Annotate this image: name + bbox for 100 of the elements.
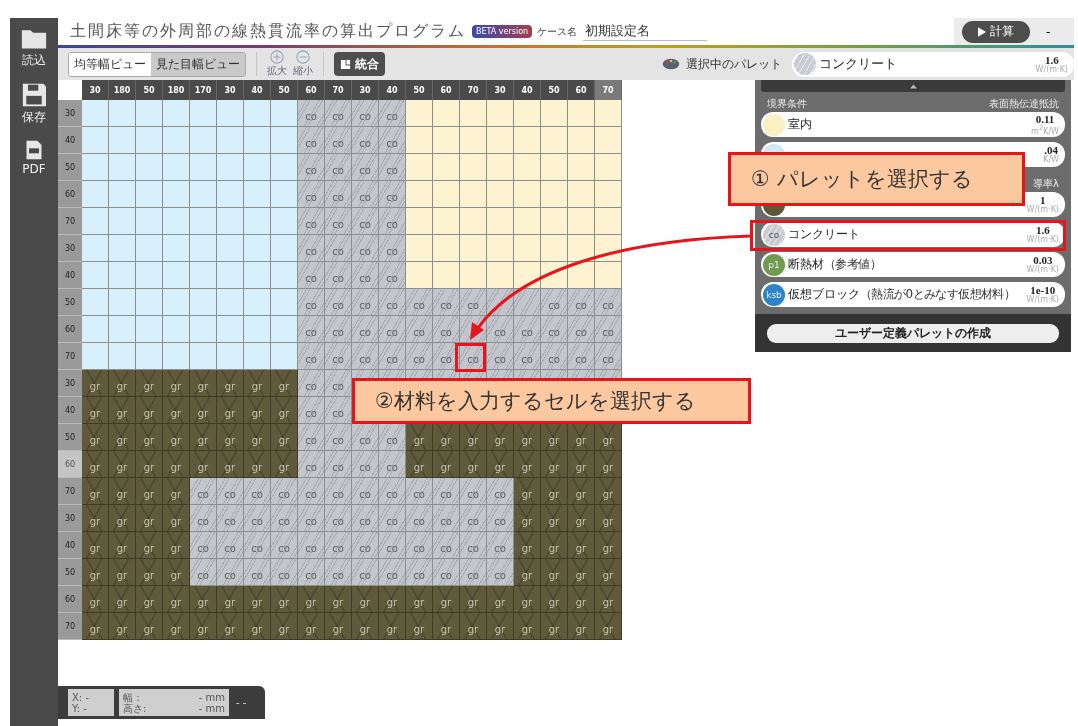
grid-cell[interactable] <box>514 100 541 127</box>
grid-cell[interactable]: gr <box>190 586 217 613</box>
grid-cell[interactable] <box>460 262 487 289</box>
grid-cell[interactable]: co <box>298 370 325 397</box>
grid-cell[interactable]: co <box>325 100 352 127</box>
grid-cell[interactable] <box>487 127 514 154</box>
grid-cell[interactable] <box>271 154 298 181</box>
grid-cell[interactable] <box>271 181 298 208</box>
grid-cell[interactable] <box>82 316 109 343</box>
grid-cell[interactable]: gr <box>136 451 163 478</box>
grid-cell[interactable]: gr <box>163 613 190 640</box>
grid-cell[interactable]: gr <box>541 424 568 451</box>
grid-cell[interactable]: gr <box>595 532 622 559</box>
grid-cell[interactable]: gr <box>82 478 109 505</box>
grid-cell[interactable] <box>487 262 514 289</box>
grid-cell[interactable] <box>217 316 244 343</box>
grid-cell[interactable] <box>82 100 109 127</box>
grid-cell[interactable]: gr <box>244 424 271 451</box>
grid-cell[interactable]: gr <box>163 505 190 532</box>
grid-cell[interactable]: gr <box>514 586 541 613</box>
grid-cell[interactable]: co <box>352 208 379 235</box>
grid-cell[interactable]: co <box>352 289 379 316</box>
row-header[interactable]: 30 <box>58 505 82 532</box>
grid-cell[interactable]: gr <box>595 559 622 586</box>
grid-cell[interactable] <box>82 262 109 289</box>
row-header[interactable]: 40 <box>58 127 82 154</box>
grid-cell[interactable]: gr <box>298 586 325 613</box>
column-header[interactable]: 30 <box>217 80 244 100</box>
grid-cell[interactable]: co <box>460 505 487 532</box>
grid-cell[interactable]: gr <box>82 370 109 397</box>
grid-cell[interactable]: gr <box>595 613 622 640</box>
grid-cell[interactable]: co <box>325 208 352 235</box>
row-header[interactable]: 40 <box>58 262 82 289</box>
grid-cell[interactable]: co <box>298 532 325 559</box>
grid-cell[interactable] <box>460 235 487 262</box>
row-header[interactable]: 60 <box>58 586 82 613</box>
grid-cell[interactable]: gr <box>217 397 244 424</box>
grid-cell[interactable]: gr <box>352 586 379 613</box>
grid-cell[interactable] <box>406 100 433 127</box>
grid-cell[interactable] <box>595 181 622 208</box>
grid-cell[interactable] <box>568 181 595 208</box>
palette-item[interactable]: p1 断熱材（参考値） 0.03 W/(m·K) <box>761 252 1065 277</box>
row-header[interactable]: 70 <box>58 208 82 235</box>
grid-cell[interactable] <box>109 154 136 181</box>
grid-cell[interactable] <box>595 154 622 181</box>
grid-cell[interactable]: co <box>298 424 325 451</box>
grid-cell[interactable]: co <box>325 181 352 208</box>
grid-cell[interactable]: gr <box>244 586 271 613</box>
grid-cell[interactable] <box>460 181 487 208</box>
grid-cell[interactable]: co <box>271 559 298 586</box>
grid-cell[interactable] <box>244 316 271 343</box>
grid-cell[interactable] <box>136 343 163 370</box>
grid-cell[interactable] <box>190 289 217 316</box>
column-header[interactable]: 70 <box>325 80 352 100</box>
grid-cell[interactable] <box>82 127 109 154</box>
grid-cell[interactable] <box>136 100 163 127</box>
grid-cell[interactable] <box>136 127 163 154</box>
grid-cell[interactable] <box>568 100 595 127</box>
grid-cell[interactable] <box>163 289 190 316</box>
grid-cell[interactable]: gr <box>217 586 244 613</box>
grid-cell[interactable]: gr <box>487 424 514 451</box>
grid-cell[interactable]: co <box>352 235 379 262</box>
grid-cell[interactable] <box>244 208 271 235</box>
grid-cell[interactable] <box>433 154 460 181</box>
grid-cell[interactable] <box>595 262 622 289</box>
grid-cell[interactable]: co <box>568 289 595 316</box>
grid-cell[interactable]: gr <box>82 613 109 640</box>
grid-cell[interactable]: co <box>379 343 406 370</box>
grid-cell[interactable] <box>109 289 136 316</box>
grid-cell[interactable] <box>190 343 217 370</box>
grid-cell[interactable]: gr <box>271 613 298 640</box>
row-header[interactable]: 30 <box>58 235 82 262</box>
grid-cell[interactable]: co <box>298 478 325 505</box>
grid-cell[interactable]: co <box>487 505 514 532</box>
grid-cell[interactable] <box>271 208 298 235</box>
grid-cell[interactable]: gr <box>514 532 541 559</box>
grid-cell[interactable]: gr <box>379 613 406 640</box>
grid-cell[interactable] <box>109 208 136 235</box>
column-header[interactable]: 40 <box>514 80 541 100</box>
grid-cell[interactable]: co <box>352 451 379 478</box>
grid-cell[interactable]: gr <box>244 451 271 478</box>
grid-cell[interactable]: gr <box>136 397 163 424</box>
row-header[interactable]: 50 <box>58 424 82 451</box>
grid-cell[interactable]: gr <box>163 478 190 505</box>
grid-cell[interactable]: gr <box>109 370 136 397</box>
grid-cell[interactable]: co <box>460 559 487 586</box>
grid-cell[interactable] <box>244 289 271 316</box>
grid-cell[interactable] <box>433 262 460 289</box>
grid-cell[interactable] <box>406 127 433 154</box>
grid-cell[interactable]: co <box>568 343 595 370</box>
grid-cell[interactable]: gr <box>568 505 595 532</box>
grid-cell[interactable]: co <box>325 478 352 505</box>
row-header[interactable]: 30 <box>58 100 82 127</box>
grid-cell[interactable]: gr <box>406 613 433 640</box>
grid-cell[interactable]: co <box>325 343 352 370</box>
grid-cell[interactable]: co <box>325 424 352 451</box>
grid-cell[interactable]: gr <box>136 370 163 397</box>
grid-cell[interactable] <box>271 235 298 262</box>
row-header[interactable]: 70 <box>58 343 82 370</box>
grid-cell[interactable]: co <box>379 289 406 316</box>
